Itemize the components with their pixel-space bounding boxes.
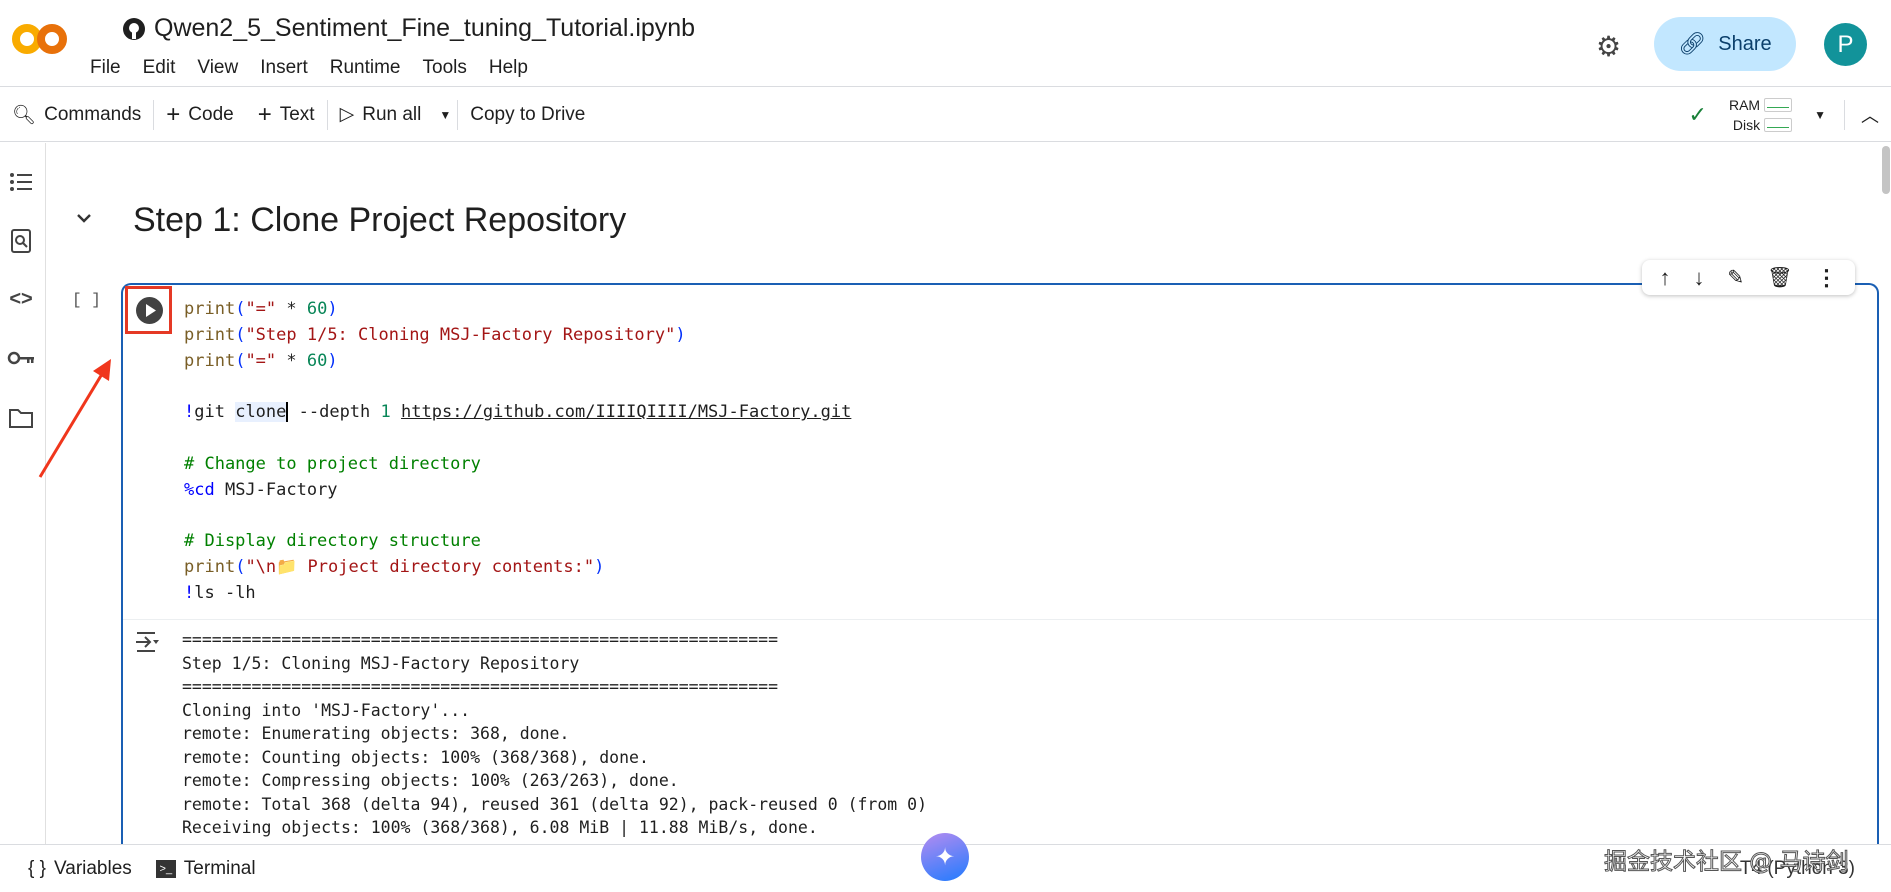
cell-toolbar: ↑ ↓ ✎ 🗑︎ ⋮ xyxy=(1642,260,1855,295)
ai-edit-pencil-icon[interactable]: ✎ xyxy=(1727,265,1744,290)
disk-label: Disk xyxy=(1732,116,1761,133)
table-of-contents-icon[interactable] xyxy=(6,167,36,197)
output-actions-icon[interactable] xyxy=(134,630,160,659)
text-label: Text xyxy=(279,103,315,125)
output-line: Receiving objects: 100% (368/368), 6.08 … xyxy=(182,818,818,837)
output-line: Step 1/5: Cloning MSJ-Factory Repository xyxy=(182,653,580,673)
caret-down-icon[interactable]: ▼ xyxy=(1814,108,1826,122)
sparkle-icon: ✦ xyxy=(934,843,956,871)
link-icon: 🔗︎ xyxy=(1678,31,1707,56)
top-bar: Qwen2_5_Sentiment_Fine_tuning_Tutorial.i… xyxy=(0,0,1891,87)
resource-meter[interactable]: RAM Disk xyxy=(1728,96,1793,133)
divider xyxy=(1844,99,1845,130)
find-icon[interactable] xyxy=(6,226,36,256)
output-line: remote: Total 368 (delta 94), reused 361… xyxy=(182,794,928,814)
left-sidebar: <> xyxy=(0,143,46,844)
play-outline-icon: ▷ xyxy=(339,104,355,125)
title-text[interactable]: Qwen2_5_Sentiment_Fine_tuning_Tutorial.i… xyxy=(154,14,695,43)
plus-icon: + xyxy=(257,100,272,128)
code-line: %cd MSJ-Factory xyxy=(184,479,338,500)
terminal-button[interactable]: >_ Terminal xyxy=(144,851,268,887)
code-line: print("Step 1/5: Cloning MSJ-Factory Rep… xyxy=(184,324,686,345)
collapse-section-chevron-icon[interactable] xyxy=(74,208,94,233)
menu-view[interactable]: View xyxy=(197,57,238,79)
code-snippets-icon[interactable]: <> xyxy=(6,284,36,314)
share-label: Share xyxy=(1718,32,1772,55)
output-line: remote: Counting objects: 100% (368/368)… xyxy=(182,747,649,767)
caret-down-icon: ▼ xyxy=(439,107,452,122)
output-line: remote: Compressing objects: 100% (263/2… xyxy=(182,771,679,790)
collapse-chevron-up-icon[interactable]: ︿ xyxy=(1861,102,1879,128)
terminal-label: Terminal xyxy=(183,857,256,879)
menu-bar: File Edit View Insert Runtime Tools Help xyxy=(90,57,528,79)
notebook-toolbar: 🔍︎ Commands + Code + Text ▷ Run all ▼ Copy t… xyxy=(0,88,1891,142)
code-line: !git clone --depth 1 https://github.com/… xyxy=(184,402,852,423)
search-icon: 🔍︎ xyxy=(12,104,37,126)
menu-file[interactable]: File xyxy=(90,57,121,79)
menu-edit[interactable]: Edit xyxy=(143,57,176,79)
run-all-label: Run all xyxy=(362,103,422,125)
run-all-button[interactable]: ▷ Run all xyxy=(328,97,434,133)
ram-meter xyxy=(1764,97,1793,112)
menu-insert[interactable]: Insert xyxy=(260,57,308,79)
add-code-button[interactable]: + Code xyxy=(154,97,245,133)
play-icon xyxy=(146,304,156,317)
gemini-button[interactable]: ✦ xyxy=(921,833,969,881)
repo-url-link[interactable]: https://github.com/IIIIQIIII/MSJ-Factory… xyxy=(401,402,851,422)
code-comment: # Change to project directory xyxy=(184,453,481,474)
move-down-arrow-icon[interactable]: ↓ xyxy=(1693,265,1704,291)
braces-icon: { } xyxy=(28,857,46,879)
output-divider xyxy=(123,619,1877,620)
section-heading: Step 1: Clone Project Repository xyxy=(133,201,627,239)
output-line: Cloning into 'MSJ-Factory'... xyxy=(182,700,471,720)
annotation-arrow xyxy=(38,359,111,478)
output-line: remote: Enumerating objects: 368, done. xyxy=(182,724,570,743)
connected-check-icon: ✓ xyxy=(1688,101,1707,127)
menu-runtime[interactable]: Runtime xyxy=(330,57,401,79)
add-text-button[interactable]: + Text xyxy=(246,97,327,133)
plus-icon: + xyxy=(166,100,181,128)
commands-button[interactable]: 🔍︎ Commands xyxy=(0,97,153,133)
code-line: !ls -lh xyxy=(184,582,256,603)
delete-trash-icon[interactable]: 🗑︎ xyxy=(1767,265,1792,290)
menu-help[interactable]: Help xyxy=(489,57,528,79)
scrollbar-thumb[interactable] xyxy=(1882,146,1890,194)
code-editor[interactable]: print("=" * 60) print("Step 1/5: Cloning … xyxy=(184,297,851,607)
run-all-dropdown[interactable]: ▼ xyxy=(433,97,457,133)
copy-to-drive-label: Copy to Drive xyxy=(470,103,586,125)
notebook-title[interactable]: Qwen2_5_Sentiment_Fine_tuning_Tutorial.i… xyxy=(122,14,695,43)
github-icon xyxy=(123,17,145,40)
code-comment: # Display directory structure xyxy=(184,531,481,552)
disk-meter xyxy=(1764,117,1793,132)
run-cell-button[interactable] xyxy=(136,297,163,324)
avatar[interactable]: P xyxy=(1824,23,1867,66)
output-line: ========================================… xyxy=(182,630,779,649)
more-options-icon[interactable]: ⋮ xyxy=(1816,265,1838,291)
menu-tools[interactable]: Tools xyxy=(423,57,467,79)
commands-label: Commands xyxy=(44,103,142,125)
watermark: 掘金技术社区 @ 马诗剑 xyxy=(1604,849,1850,876)
cell-output: ========================================… xyxy=(182,628,927,840)
share-button[interactable]: 🔗︎ Share xyxy=(1654,17,1796,71)
code-line: print("=" * 60) xyxy=(184,299,338,319)
code-line: print("=" * 60) xyxy=(184,350,338,371)
ram-label: RAM xyxy=(1728,96,1761,113)
variables-button[interactable]: { } Variables xyxy=(0,851,144,887)
variables-label: Variables xyxy=(53,857,132,879)
code-line: print("\n📁 Project directory contents:") xyxy=(184,556,605,577)
output-line: ========================================… xyxy=(182,677,779,696)
code-label: Code xyxy=(188,103,234,125)
colab-logo[interactable] xyxy=(12,22,68,61)
copy-to-drive-button[interactable]: Copy to Drive xyxy=(458,97,597,133)
execution-count: [ ] xyxy=(72,291,101,309)
terminal-icon: >_ xyxy=(155,859,176,878)
settings-gear-icon[interactable]: ⚙ xyxy=(1596,30,1621,63)
move-up-arrow-icon[interactable]: ↑ xyxy=(1659,265,1670,291)
